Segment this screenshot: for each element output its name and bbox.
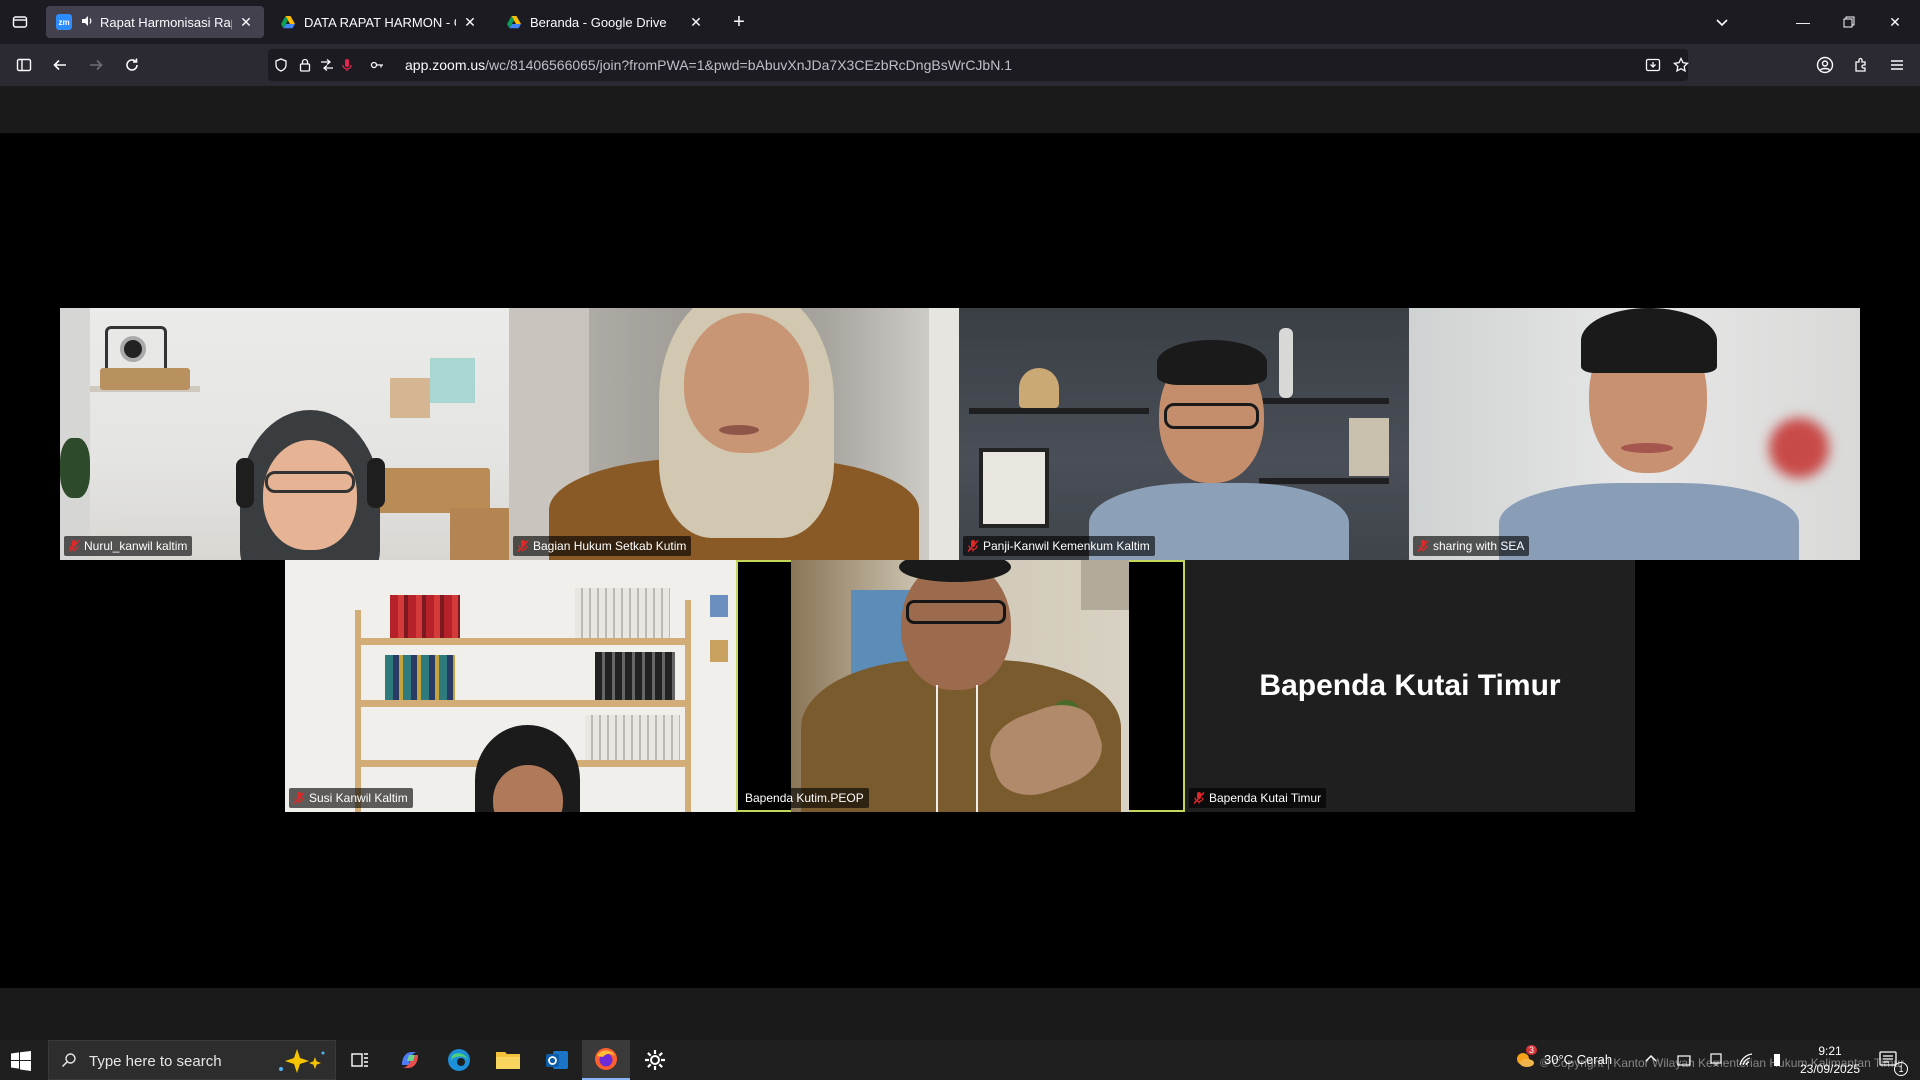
browser-nav-bar: app.zoom.us/wc/81406566065/join?fromPWA=… bbox=[0, 44, 1920, 86]
system-clock[interactable]: 9:21 23/09/2025 bbox=[1798, 1042, 1862, 1078]
tab-title: Beranda - Google Drive bbox=[530, 14, 667, 30]
close-tab-icon[interactable]: ✕ bbox=[688, 14, 704, 30]
forward-icon[interactable] bbox=[83, 52, 109, 78]
shield-icon[interactable] bbox=[272, 56, 290, 74]
restore-icon[interactable] bbox=[1826, 0, 1872, 44]
tab-title: DATA RAPAT HARMON - Googl bbox=[304, 14, 456, 30]
extensions-icon[interactable] bbox=[1848, 52, 1874, 78]
video-feed bbox=[1409, 308, 1860, 560]
windows-start-icon[interactable] bbox=[8, 1048, 34, 1074]
participant-tile[interactable]: Bagian Hukum Setkab Kutim bbox=[509, 308, 959, 560]
wifi-icon[interactable] bbox=[1738, 1052, 1754, 1071]
video-feed bbox=[60, 308, 509, 560]
key-icon[interactable] bbox=[368, 56, 386, 74]
close-tab-icon[interactable]: ✕ bbox=[238, 14, 254, 30]
chevron-up-icon[interactable] bbox=[1644, 1052, 1658, 1069]
tab-title: Rapat Harmonisasi Raperbu bbox=[100, 14, 232, 30]
speaker-icon[interactable] bbox=[80, 14, 94, 31]
firefox-app-icon[interactable] bbox=[582, 1040, 630, 1080]
participant-name-tag: Bapenda Kutai Timur bbox=[1189, 788, 1327, 808]
zoom-top-bar bbox=[0, 86, 1920, 133]
google-drive-icon bbox=[506, 14, 522, 30]
participant-name: Bapenda Kutai Timur bbox=[1209, 791, 1322, 805]
microphone-icon[interactable] bbox=[338, 56, 356, 74]
tab-google-drive[interactable]: Beranda - Google Drive ✕ bbox=[496, 6, 714, 38]
participant-name: Panji-Kanwil Kemenkum Kaltim bbox=[983, 539, 1150, 553]
display-icon[interactable] bbox=[1708, 1052, 1724, 1071]
participant-tile[interactable]: sharing with SEA bbox=[1409, 308, 1860, 560]
menu-icon[interactable] bbox=[1884, 52, 1910, 78]
participant-name: Nurul_kanwil kaltim bbox=[84, 539, 188, 553]
participant-name: Bagian Hukum Setkab Kutim bbox=[533, 539, 687, 553]
clock-date: 23/09/2025 bbox=[1799, 1062, 1861, 1076]
search-placeholder: Type here to search bbox=[89, 1053, 222, 1070]
participant-name-tag: Bagian Hukum Setkab Kutim bbox=[513, 536, 692, 556]
permissions-icon[interactable] bbox=[318, 56, 336, 74]
install-app-icon[interactable] bbox=[1644, 56, 1662, 74]
task-view-icon[interactable] bbox=[336, 1040, 384, 1080]
back-icon[interactable] bbox=[47, 52, 73, 78]
video-feed bbox=[509, 308, 959, 560]
participant-name-tag: sharing with SEA bbox=[1413, 536, 1530, 556]
file-explorer-icon[interactable] bbox=[484, 1040, 532, 1080]
zoom-icon: zm bbox=[56, 14, 72, 30]
video-feed bbox=[959, 308, 1409, 560]
address-bar[interactable]: app.zoom.us/wc/81406566065/join?fromPWA=… bbox=[268, 49, 1690, 81]
copilot-app-icon[interactable] bbox=[386, 1040, 434, 1080]
participant-display-name: Bapenda Kutai Timur bbox=[1259, 669, 1561, 702]
url-path: /wc/81406566065/join?fromPWA=1&pwd=bAbuv… bbox=[485, 57, 1013, 73]
new-tab-icon[interactable]: + bbox=[727, 10, 751, 34]
muted-microphone-icon bbox=[966, 539, 980, 553]
participant-tile[interactable]: Panji-Kanwil Kemenkum Kaltim bbox=[959, 308, 1409, 560]
firefox-view-icon[interactable] bbox=[8, 10, 32, 34]
windows-taskbar: Type here to search 3 30°C Cerah © Copyr… bbox=[0, 1040, 1920, 1080]
participant-tile-video-off[interactable]: Bapenda Kutai Timur Bapenda Kutai Timur bbox=[1185, 560, 1635, 812]
network-share-icon[interactable] bbox=[1676, 1052, 1692, 1071]
muted-microphone-icon bbox=[67, 539, 81, 553]
settings-gear-icon[interactable] bbox=[631, 1040, 679, 1080]
taskbar-search-box[interactable]: Type here to search bbox=[48, 1040, 336, 1080]
zoom-bottom-bar bbox=[0, 988, 1920, 1040]
muted-microphone-icon bbox=[1416, 539, 1430, 553]
url-text[interactable]: app.zoom.us/wc/81406566065/join?fromPWA=… bbox=[405, 57, 1012, 73]
muted-microphone-icon bbox=[516, 539, 530, 553]
participant-name: Bapenda Kutim.PEOP bbox=[745, 791, 864, 805]
video-feed bbox=[791, 560, 1129, 812]
google-drive-icon bbox=[280, 14, 296, 30]
video-feed bbox=[285, 560, 736, 812]
muted-microphone-icon bbox=[292, 791, 306, 805]
zoom-meeting-view: Nurul_kanwil kaltim Bagian Hukum Setkab … bbox=[0, 86, 1920, 1040]
minimize-icon[interactable]: — bbox=[1780, 0, 1826, 44]
participant-tile[interactable]: Susi Kanwil Kaltim bbox=[285, 560, 736, 812]
account-icon[interactable] bbox=[1812, 52, 1838, 78]
edge-browser-icon[interactable] bbox=[435, 1040, 483, 1080]
bookmark-star-icon[interactable] bbox=[1672, 56, 1690, 74]
participant-name-tag: Panji-Kanwil Kemenkum Kaltim bbox=[963, 536, 1155, 556]
browser-tab-bar: zm Rapat Harmonisasi Raperbu ✕ DATA RAPA… bbox=[0, 0, 1920, 44]
muted-microphone-icon bbox=[1192, 791, 1206, 805]
participant-name: sharing with SEA bbox=[1433, 539, 1525, 553]
participant-name: Susi Kanwil Kaltim bbox=[309, 791, 408, 805]
participant-tile[interactable]: Nurul_kanwil kaltim bbox=[60, 308, 509, 560]
volume-icon[interactable] bbox=[1770, 1052, 1784, 1071]
participant-name-tag: Susi Kanwil Kaltim bbox=[289, 788, 413, 808]
reload-icon[interactable] bbox=[119, 52, 145, 78]
notification-count-badge: 1 bbox=[1894, 1062, 1908, 1076]
url-host: app.zoom.us bbox=[405, 57, 486, 73]
close-tab-icon[interactable]: ✕ bbox=[462, 14, 478, 30]
chevron-down-icon[interactable] bbox=[1710, 10, 1734, 34]
active-speaker-tile[interactable]: Bapenda Kutim.PEOP bbox=[736, 560, 1185, 812]
copilot-sparkle-icon[interactable] bbox=[267, 1047, 327, 1080]
outlook-icon[interactable] bbox=[533, 1040, 581, 1080]
participant-name-tag: Nurul_kanwil kaltim bbox=[64, 536, 193, 556]
search-icon bbox=[61, 1052, 77, 1073]
lock-icon[interactable] bbox=[296, 56, 314, 74]
sidebar-icon[interactable] bbox=[11, 52, 37, 78]
tab-data-rapat[interactable]: DATA RAPAT HARMON - Googl ✕ bbox=[270, 6, 488, 38]
clock-time: 9:21 bbox=[1818, 1044, 1842, 1058]
weather-alert-badge: 3 bbox=[1526, 1045, 1538, 1055]
close-window-icon[interactable]: ✕ bbox=[1872, 0, 1918, 44]
participant-name-tag: Bapenda Kutim.PEOP bbox=[740, 788, 869, 808]
tab-zoom-meeting[interactable]: zm Rapat Harmonisasi Raperbu ✕ bbox=[46, 6, 264, 38]
